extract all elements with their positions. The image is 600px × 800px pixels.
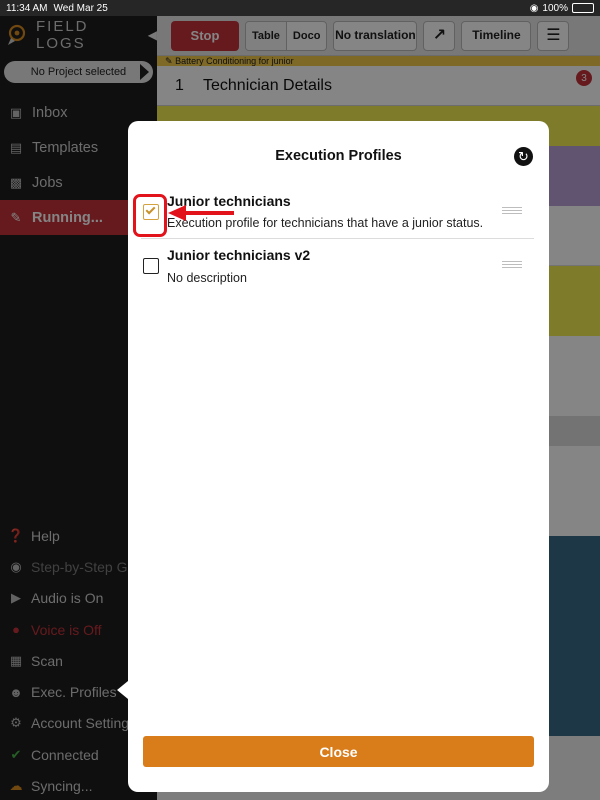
status-battery-percent: 100% [542,2,568,14]
drag-handle-icon[interactable] [502,207,522,215]
execution-profiles-modal: Execution Profiles ↻ Junior technicians … [128,121,549,792]
annotation-highlight-box [133,194,167,237]
status-time: 11:34 AM [6,2,48,14]
status-date: Wed Mar 25 [53,2,108,14]
modal-pointer [117,681,128,699]
refresh-button[interactable]: ↻ [514,147,533,166]
modal-title: Execution Profiles [275,148,402,164]
profile-name: Junior technicians v2 [167,247,311,263]
battery-icon [572,3,594,13]
status-bar: 11:34 AM Wed Mar 25 ◉ 100% [0,0,600,16]
wifi-icon: ◉ [529,2,539,14]
drag-handle-icon[interactable] [502,261,522,269]
status-right: ◉ 100% [530,3,594,14]
profile-checkbox[interactable] [143,258,159,274]
close-button[interactable]: Close [143,736,534,767]
profile-item-junior-technicians-v2[interactable]: Junior technicians v2 No description [141,241,534,293]
annotation-arrow-icon [168,205,234,221]
refresh-icon: ↻ [518,149,529,164]
profile-description: No description [167,271,247,285]
